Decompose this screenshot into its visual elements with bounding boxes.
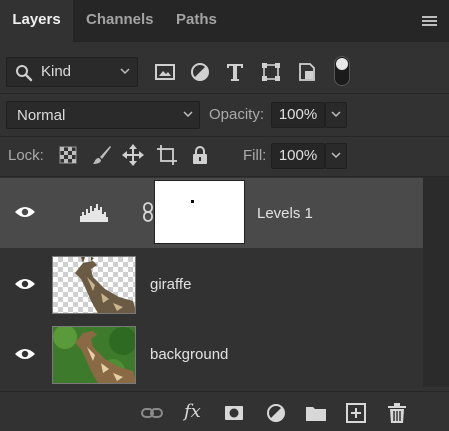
lock-transparent-pixels-icon[interactable] — [57, 144, 79, 166]
lock-position-icon[interactable] — [122, 144, 144, 166]
lock-image-pixels-icon[interactable] — [91, 144, 113, 166]
eye-visibility-icon[interactable] — [14, 277, 36, 291]
fill-dropdown-button[interactable] — [325, 143, 347, 169]
layer-name[interactable]: Levels 1 — [257, 205, 313, 222]
eye-visibility-icon[interactable] — [14, 205, 36, 219]
divider — [0, 176, 449, 177]
fill-input[interactable]: 100% — [271, 143, 325, 169]
mask-link-icon[interactable] — [141, 202, 155, 222]
layer-thumbnail[interactable] — [52, 326, 136, 384]
new-layer-icon[interactable] — [345, 402, 367, 424]
layers-scrollbar[interactable] — [423, 177, 449, 387]
type-layer-filter-icon[interactable] — [224, 61, 246, 83]
background-image — [53, 327, 135, 383]
opacity-label: Opacity: — [209, 106, 265, 123]
delete-layer-icon[interactable] — [386, 402, 408, 424]
filter-toggle[interactable] — [334, 56, 350, 86]
panel-tab-bar: Layers Channels Paths — [0, 0, 449, 42]
lock-all-icon[interactable] — [189, 144, 211, 166]
tab-paths[interactable]: Paths — [176, 0, 217, 42]
layer-thumbnail[interactable] — [52, 256, 136, 314]
fill-label: Fill: — [243, 147, 267, 164]
chevron-down-icon — [183, 111, 193, 118]
divider — [0, 136, 449, 137]
layer-row-giraffe[interactable]: giraffe — [0, 250, 423, 320]
panel-menu-icon[interactable] — [422, 16, 437, 27]
pixel-layer-filter-icon[interactable] — [154, 61, 176, 83]
search-icon — [16, 65, 33, 82]
layer-name[interactable]: background — [150, 346, 228, 363]
layer-row-levels[interactable]: Levels 1 — [0, 178, 423, 248]
smart-object-filter-icon[interactable] — [296, 61, 318, 83]
layer-row-background[interactable]: background — [0, 320, 423, 390]
eye-visibility-icon[interactable] — [14, 347, 36, 361]
opacity-input[interactable]: 100% — [271, 102, 325, 128]
link-layers-icon[interactable] — [141, 402, 163, 424]
lock-artboard-icon[interactable] — [156, 144, 178, 166]
new-group-icon[interactable] — [305, 402, 327, 424]
lock-label: Lock: — [8, 147, 44, 164]
tab-channels[interactable]: Channels — [86, 0, 154, 42]
levels-histogram-icon — [80, 204, 108, 222]
blend-mode-label: Normal — [17, 107, 66, 124]
shape-layer-filter-icon[interactable] — [260, 61, 282, 83]
blend-mode-select[interactable]: Normal — [6, 101, 200, 129]
layers-bottom-toolbar: fx — [0, 391, 449, 431]
add-mask-icon[interactable] — [223, 402, 245, 424]
chevron-down-icon — [331, 111, 341, 118]
divider — [0, 93, 449, 94]
filter-kind-select[interactable]: Kind — [6, 57, 138, 87]
filter-kind-label: Kind — [41, 63, 72, 80]
chevron-down-icon — [331, 152, 341, 159]
chevron-down-icon — [120, 68, 130, 75]
opacity-dropdown-button[interactable] — [325, 102, 347, 128]
adjustment-layer-filter-icon[interactable] — [189, 61, 211, 83]
new-fill-adjustment-icon[interactable] — [265, 402, 287, 424]
layer-mask-thumbnail[interactable] — [154, 180, 245, 244]
layer-name[interactable]: giraffe — [150, 276, 191, 293]
fx-icon[interactable]: fx — [184, 401, 201, 422]
tab-layers[interactable]: Layers — [0, 0, 73, 42]
giraffe-image — [75, 257, 135, 313]
